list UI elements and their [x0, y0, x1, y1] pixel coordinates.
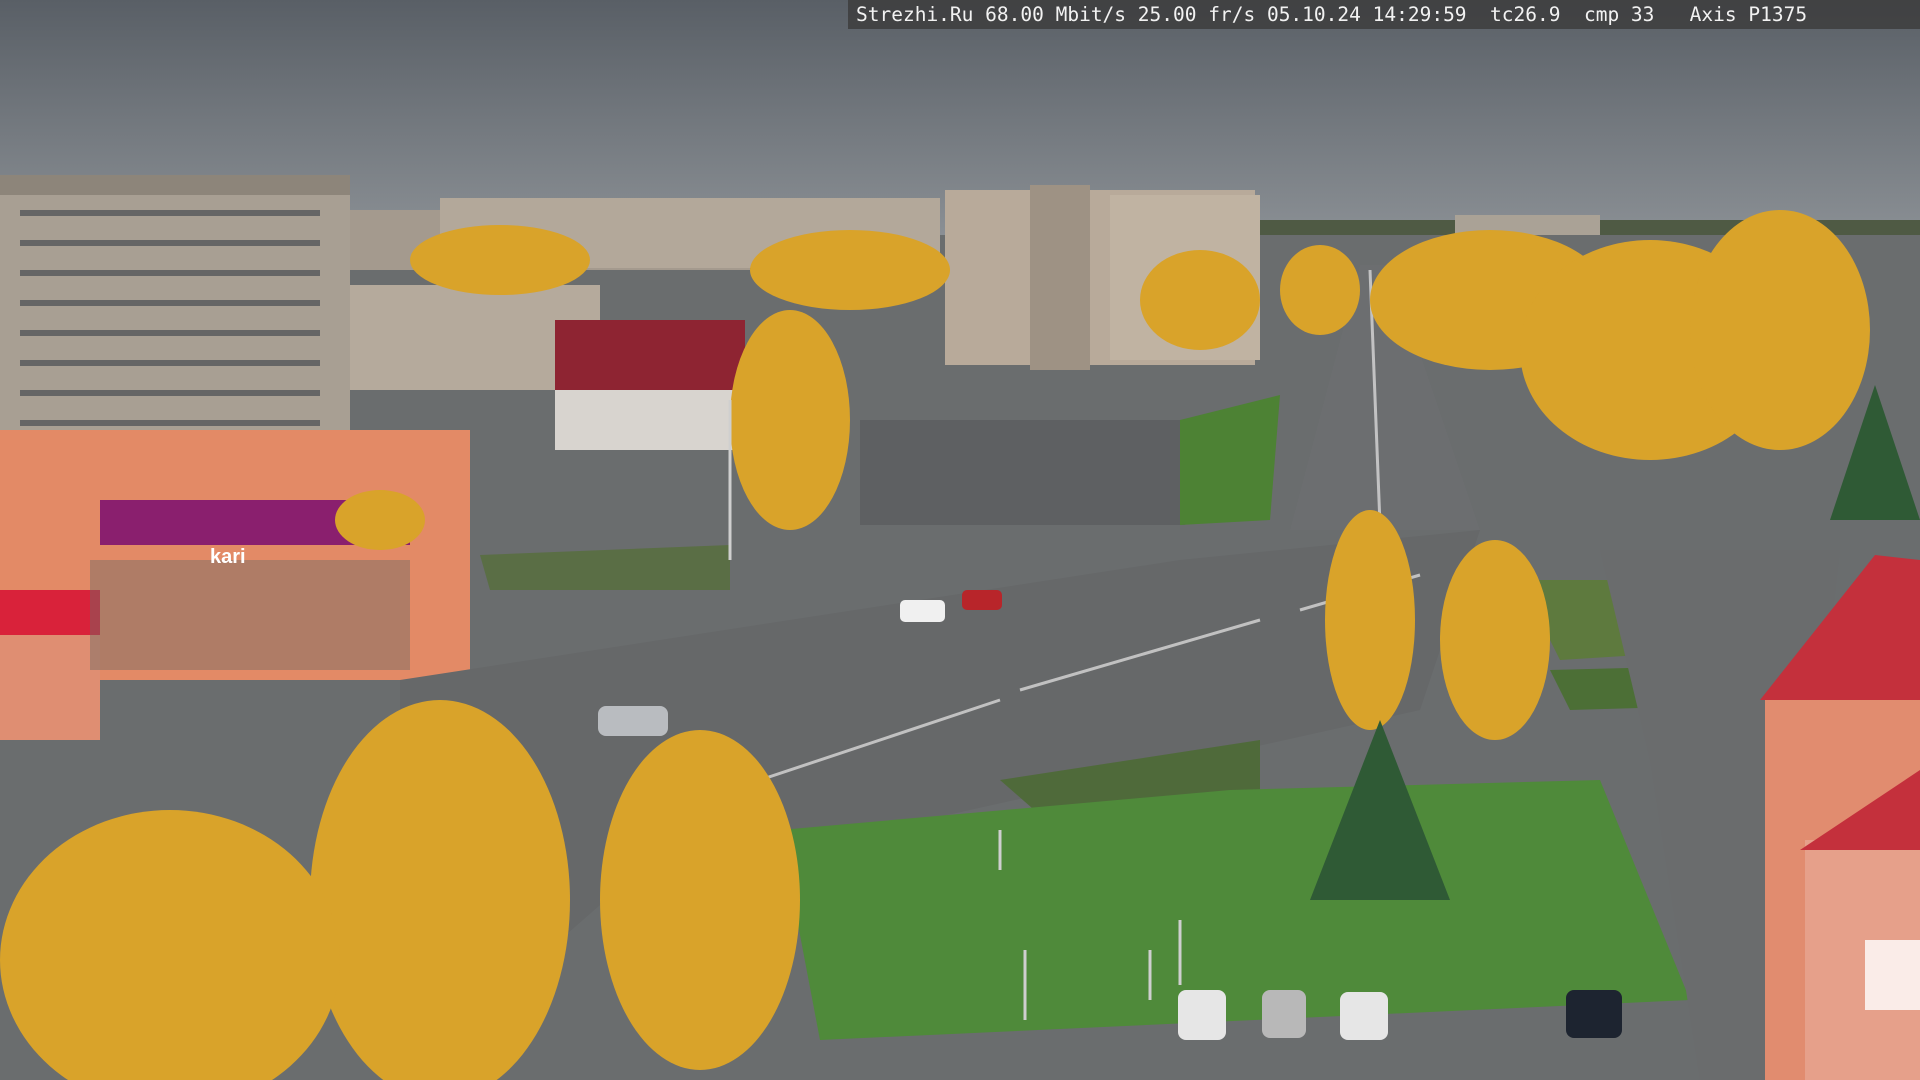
- overlay-camera-model: Axis P1375: [1689, 3, 1808, 26]
- overlay-bitrate: 68.00 Mbit/s: [985, 3, 1127, 26]
- overlay-time: 14:29:59: [1372, 3, 1467, 26]
- webcam-scene: kari kari: [0, 0, 1920, 1080]
- overlay-date: 05.10.24: [1266, 3, 1361, 26]
- camera-info-overlay: Strezhi.Ru 68.00 Mbit/s 25.00 fr/s 05.10…: [848, 0, 1920, 29]
- store-sign-lower-text: kari: [210, 546, 246, 568]
- overlay-cmp: cmp 33: [1583, 3, 1655, 26]
- overlay-framerate: 25.00 fr/s: [1137, 3, 1256, 26]
- overlay-tc: tc26.9: [1490, 3, 1561, 26]
- overlay-site: Strezhi.Ru: [856, 3, 974, 26]
- parking-lot: [860, 420, 1215, 525]
